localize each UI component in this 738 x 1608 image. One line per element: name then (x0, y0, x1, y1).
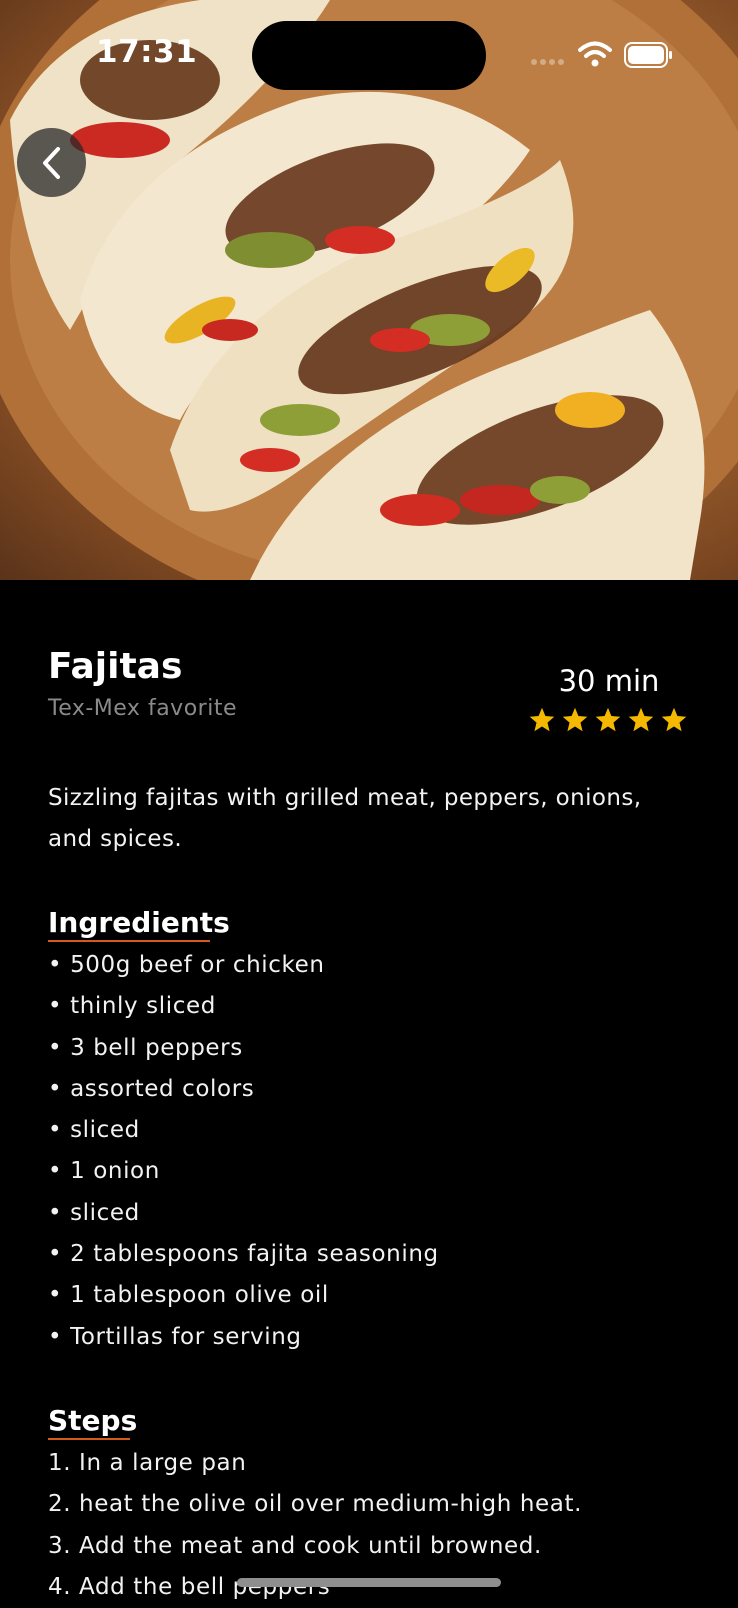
dynamic-island (252, 21, 486, 90)
recipe-subtitle: Tex-Mex favorite (48, 696, 237, 721)
ingredient-item: • 3 bell peppers (48, 1034, 243, 1061)
star-icon (562, 707, 588, 732)
star-icon (661, 707, 687, 732)
chevron-left-icon (42, 146, 60, 179)
star-icon (595, 707, 621, 732)
star-icon (628, 707, 654, 732)
ingredients-list: • 500g beef or chicken • thinly sliced • 3… (48, 945, 439, 1358)
step-item: 4. Add the bell peppers (48, 1573, 331, 1600)
ingredients-heading-underline (48, 940, 210, 942)
status-time: 17:31 (96, 34, 198, 70)
ingredient-item: • Tortillas for serving (48, 1323, 302, 1350)
ingredient-item: • assorted colors (48, 1075, 255, 1102)
ingredient-item: • thinly sliced (48, 993, 216, 1020)
ingredient-item: • 2 tablespoons fajita seasoning (48, 1241, 439, 1268)
status-bar: 17:31 (0, 0, 738, 110)
ingredients-heading: Ingredients (48, 906, 230, 939)
ingredient-item: • sliced (48, 1199, 140, 1226)
steps-heading-underline (48, 1438, 130, 1440)
signal-icon (531, 59, 564, 65)
wifi-icon (578, 41, 612, 67)
rating-stars (528, 706, 688, 736)
recipe-hero-image: 17:31 (0, 0, 738, 580)
step-item: 2. heat the olive oil over medium-high h… (48, 1491, 582, 1518)
star-icon (529, 707, 555, 732)
battery-icon (624, 42, 672, 68)
recipe-title: Fajitas (48, 646, 183, 687)
steps-heading: Steps (48, 1404, 138, 1437)
ingredient-item: • 1 onion (48, 1158, 160, 1185)
recipe-duration: 30 min (558, 664, 660, 698)
recipe-description: Sizzling fajitas with grilled meat, pepp… (48, 785, 642, 852)
step-item: 1. In a large pan (48, 1450, 247, 1476)
step-item: 3. Add the meat and cook until browned. (48, 1532, 542, 1559)
ingredient-item: • 1 tablespoon olive oil (48, 1282, 329, 1309)
back-button[interactable] (17, 128, 86, 197)
ingredient-item: • sliced (48, 1117, 140, 1144)
home-indicator[interactable] (237, 1578, 501, 1587)
ingredient-item: • 500g beef or chicken (48, 952, 325, 978)
